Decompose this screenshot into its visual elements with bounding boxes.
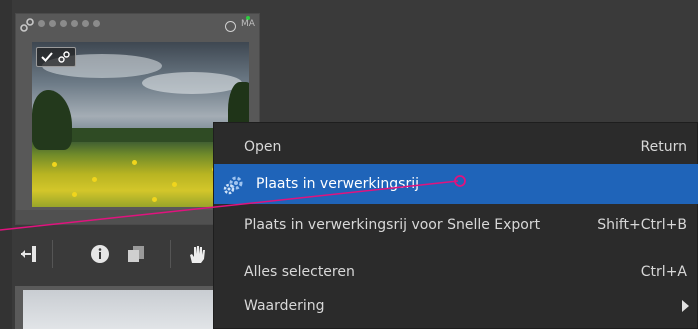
arrow-right-icon [682, 300, 689, 312]
rating-star[interactable] [82, 20, 89, 27]
rating-star[interactable] [49, 20, 56, 27]
photo-flower [152, 197, 157, 202]
photo-flower [92, 177, 97, 182]
info-icon [91, 245, 109, 263]
menu-item-label: Alles selecteren [244, 264, 355, 280]
menu-item-label: Waardering [244, 298, 325, 314]
adjust-button[interactable] [12, 232, 46, 276]
photo-flower [172, 182, 177, 187]
rating-star[interactable] [38, 20, 45, 27]
rating-star[interactable] [60, 20, 67, 27]
rating-stars[interactable] [38, 20, 100, 27]
photo-tree [32, 90, 72, 150]
adjust-icon [21, 246, 36, 262]
rating-star[interactable] [93, 20, 100, 27]
context-menu: Open Return Plaats in verwerkingsrij Pla… [213, 122, 698, 329]
copy-icon [128, 246, 144, 262]
link-icon[interactable] [20, 18, 34, 32]
menu-item-shortcut: Shift+Ctrl+B [597, 217, 687, 233]
photo-flower [72, 192, 77, 197]
menu-item-label: Plaats in verwerkingsrij voor Snelle Exp… [244, 217, 541, 233]
rating-star[interactable] [71, 20, 78, 27]
menu-item-add-to-queue[interactable]: Plaats in verwerkingsrij [214, 164, 698, 204]
menu-item-label: Open [244, 139, 282, 155]
menu-item-shortcut: Ctrl+A [640, 264, 687, 280]
photo-flower [132, 160, 137, 165]
photo-cloud [142, 72, 242, 94]
copy-button[interactable] [122, 232, 150, 276]
toolbar-divider [170, 240, 171, 268]
menu-item-open[interactable]: Open Return [214, 127, 698, 167]
thumbnail-header: MA [16, 14, 259, 40]
link-icon[interactable] [58, 51, 70, 63]
menu-item-add-to-quick-export[interactable]: Plaats in verwerkingsrij voor Snelle Exp… [214, 205, 698, 245]
toolbar-divider [52, 240, 53, 268]
info-button[interactable] [86, 232, 114, 276]
photo-flower [52, 162, 57, 167]
edit-badge: MA [241, 19, 255, 29]
check-icon[interactable] [41, 51, 53, 63]
menu-item-label: Plaats in verwerkingsrij [256, 176, 419, 192]
gear-icon [223, 176, 243, 195]
menu-item-shortcut: Return [640, 139, 687, 155]
selection-overlay[interactable] [36, 47, 76, 67]
top-band [12, 0, 698, 10]
left-panel-edge [0, 0, 12, 329]
color-label-ring[interactable] [225, 21, 236, 32]
menu-item-rating[interactable]: Waardering [214, 286, 698, 326]
hand-button[interactable] [180, 232, 214, 276]
hand-icon [190, 246, 205, 263]
